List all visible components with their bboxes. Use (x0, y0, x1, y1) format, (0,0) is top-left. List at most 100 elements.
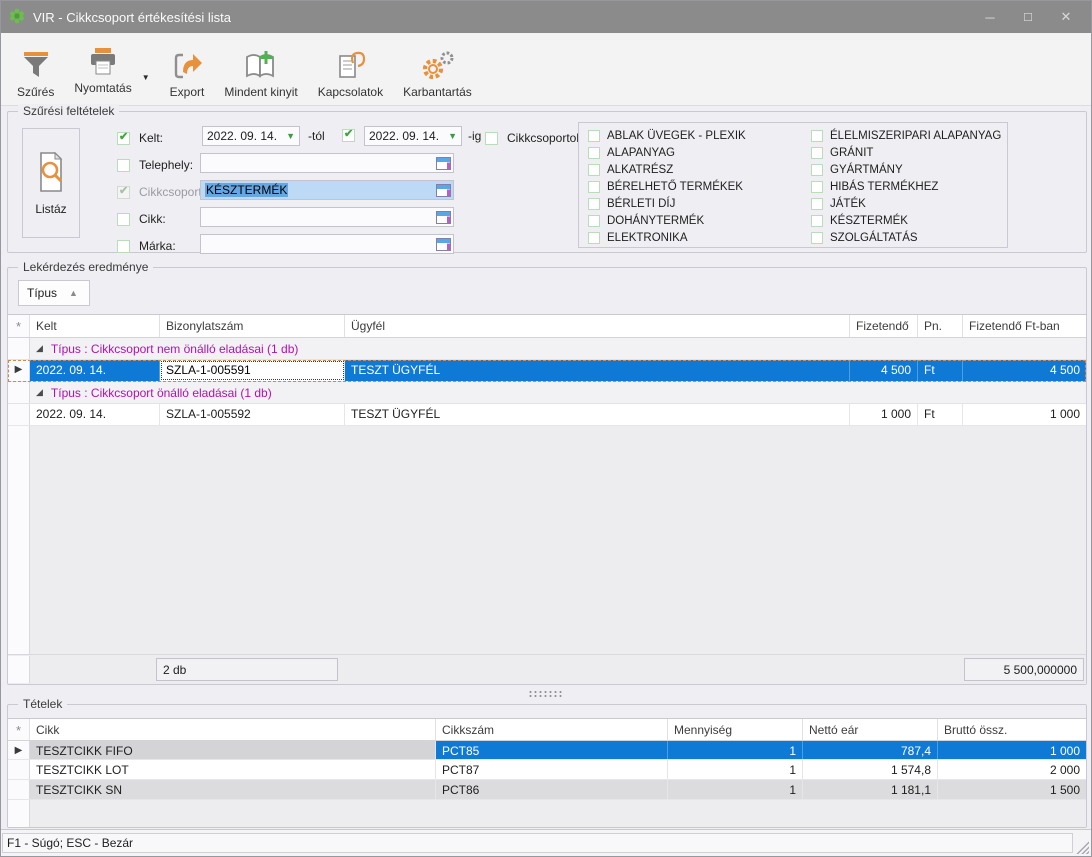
checkbox-icon[interactable] (811, 164, 823, 176)
group-row[interactable]: ◢ Típus : Cikkcsoport önálló eladásai (1… (8, 382, 1086, 404)
cikkcsoport-option[interactable]: BÉRELHETŐ TERMÉKEK (588, 181, 743, 193)
cikkcsoport-option[interactable]: ÉLELMISZERIPARI ALAPANYAG (811, 130, 1001, 142)
cell-cikk[interactable]: TESZTCIKK FIFO (30, 741, 436, 759)
cell-cikkszam[interactable]: PCT85 (436, 741, 668, 759)
close-button[interactable]: ✕ (1047, 1, 1085, 33)
checkbox-icon[interactable] (588, 147, 600, 159)
cikkcsoport-option[interactable]: JÁTÉK (811, 198, 866, 210)
cell-brutto-ossz[interactable]: 1 000 (938, 741, 1086, 759)
cikkcsoport-option[interactable]: KÉSZTERMÉK (811, 215, 908, 227)
minimize-button[interactable]: ─ (971, 1, 1009, 33)
expand-all-button[interactable]: Mindent kinyit (214, 37, 307, 103)
cell-bizonylatszam[interactable]: SZLA-1-005592 (160, 404, 345, 425)
connections-button[interactable]: Kapcsolatok (308, 37, 393, 103)
print-dropdown-caret-icon[interactable]: ▼ (142, 73, 150, 82)
table-row[interactable]: TESZTCIKK LOT PCT87 1 1 574,8 2 000 (8, 760, 1086, 780)
checkbox-icon[interactable] (588, 130, 600, 142)
lookup-window-icon[interactable] (436, 157, 451, 170)
cikkcsoport-option[interactable]: DOHÁNYTERMÉK (588, 215, 704, 227)
lookup-window-icon[interactable] (436, 238, 451, 251)
table-row[interactable]: 2022. 09. 14. SZLA-1-005592 TESZT ÜGYFÉL… (8, 404, 1086, 426)
checkbox-icon[interactable] (811, 198, 823, 210)
cikkcsoport-option[interactable]: GRÁNIT (811, 147, 873, 159)
group-by-field-button[interactable]: Típus ▲ (18, 280, 90, 306)
list-button[interactable]: Listáz (22, 128, 80, 238)
lookup-window-icon[interactable] (436, 184, 451, 197)
cikkcsoport-field[interactable]: KÉSZTERMÉK (200, 180, 454, 200)
lookup-window-icon[interactable] (436, 211, 451, 224)
telephely-checkbox[interactable] (117, 159, 130, 172)
cell-cikk[interactable]: TESZTCIKK SN (30, 780, 436, 799)
cell-netto-ear[interactable]: 1 181,1 (803, 780, 938, 799)
column-header-cikkszam[interactable]: Cikkszám (436, 719, 668, 740)
checkbox-icon[interactable] (588, 181, 600, 193)
cell-fizetendo-ft[interactable]: 1 000 (963, 404, 1086, 425)
column-header-ugyfel[interactable]: Ügyfél (345, 315, 850, 337)
column-header-brutto-ossz[interactable]: Bruttó össz. (938, 719, 1086, 740)
cell-netto-ear[interactable]: 787,4 (803, 741, 938, 759)
cell-cikk[interactable]: TESZTCIKK LOT (30, 760, 436, 779)
column-header-netto-ear[interactable]: Nettó eár (803, 719, 938, 740)
cell-pn[interactable]: Ft (918, 404, 963, 425)
cikkcsoport-option[interactable]: SZOLGÁLTATÁS (811, 232, 918, 244)
kelt-to-checkbox[interactable] (342, 129, 355, 142)
cikkcsoport-option[interactable]: HIBÁS TERMÉKHEZ (811, 181, 938, 193)
print-button[interactable]: Nyomtatás (64, 41, 141, 99)
cell-bizonylatszam[interactable]: SZLA-1-005591 (160, 360, 345, 381)
maximize-button[interactable]: ☐ (1009, 1, 1047, 33)
checkbox-icon[interactable] (811, 147, 823, 159)
table-row[interactable]: ▶ 2022. 09. 14. SZLA-1-005591 TESZT ÜGYF… (8, 360, 1086, 382)
checkbox-icon[interactable] (811, 215, 823, 227)
marka-checkbox[interactable] (117, 240, 130, 253)
checkbox-icon[interactable] (811, 232, 823, 244)
cell-cikkszam[interactable]: PCT87 (436, 760, 668, 779)
filter-button[interactable]: Szűrés (7, 37, 64, 103)
cell-mennyiseg[interactable]: 1 (668, 760, 803, 779)
table-row[interactable]: ▶ TESZTCIKK FIFO PCT85 1 787,4 1 000 (8, 741, 1086, 760)
telephely-field[interactable] (200, 153, 454, 173)
group-row[interactable]: ◢ Típus : Cikkcsoport nem önálló eladása… (8, 338, 1086, 360)
cell-brutto-ossz[interactable]: 1 500 (938, 780, 1086, 799)
column-header-kelt[interactable]: Kelt (30, 315, 160, 337)
resize-grip-icon[interactable] (1075, 840, 1089, 854)
column-header-mennyiseg[interactable]: Mennyiség (668, 719, 803, 740)
horizontal-splitter[interactable] (7, 685, 1085, 699)
kelt-checkbox[interactable] (117, 132, 130, 145)
collapse-triangle-icon[interactable]: ◢ (36, 387, 43, 398)
table-row[interactable]: TESZTCIKK SN PCT86 1 1 181,1 1 500 (8, 780, 1086, 800)
cell-fizetendo[interactable]: 4 500 (850, 360, 918, 381)
marka-field[interactable] (200, 234, 454, 254)
cell-netto-ear[interactable]: 1 574,8 (803, 760, 938, 779)
cell-fizetendo-ft[interactable]: 4 500 (963, 360, 1086, 381)
checkbox-icon[interactable] (588, 198, 600, 210)
cell-kelt[interactable]: 2022. 09. 14. (30, 360, 160, 381)
splitter-grip-icon[interactable] (528, 690, 564, 697)
checkbox-icon[interactable] (811, 130, 823, 142)
column-header-bizonylatszam[interactable]: Bizonylatszám (160, 315, 345, 337)
cell-ugyfel[interactable]: TESZT ÜGYFÉL (345, 404, 850, 425)
cell-pn[interactable]: Ft (918, 360, 963, 381)
cell-cikkszam[interactable]: PCT86 (436, 780, 668, 799)
date-from-select[interactable]: 2022. 09. 14. ▼ (202, 126, 300, 146)
cikkcsoport-option[interactable]: GYÁRTMÁNY (811, 164, 903, 176)
checkbox-icon[interactable] (811, 181, 823, 193)
export-button[interactable]: Export (160, 37, 215, 103)
cikk-field[interactable] (200, 207, 454, 227)
date-to-select[interactable]: 2022. 09. 14. ▼ (364, 126, 462, 146)
cell-mennyiseg[interactable]: 1 (668, 741, 803, 759)
checkbox-icon[interactable] (588, 164, 600, 176)
column-header-cikk[interactable]: Cikk (30, 719, 436, 740)
column-header-fizetendo[interactable]: Fizetendő (850, 315, 918, 337)
cell-brutto-ossz[interactable]: 2 000 (938, 760, 1086, 779)
cikkcsoport-option[interactable]: ABLAK ÜVEGEK - PLEXIK (588, 130, 746, 142)
cell-kelt[interactable]: 2022. 09. 14. (30, 404, 160, 425)
collapse-triangle-icon[interactable]: ◢ (36, 343, 43, 354)
cikk-checkbox[interactable] (117, 213, 130, 226)
maintenance-button[interactable]: Karbantartás (393, 37, 482, 103)
cell-fizetendo[interactable]: 1 000 (850, 404, 918, 425)
cikkcsoport-option[interactable]: ALAPANYAG (588, 147, 675, 159)
cikkcsoport-option[interactable]: ALKATRÉSZ (588, 164, 673, 176)
cikkcsoport-option[interactable]: BÉRLETI DÍJ (588, 198, 675, 210)
cell-mennyiseg[interactable]: 1 (668, 780, 803, 799)
cikkcsoport-option[interactable]: ELEKTRONIKA (588, 232, 688, 244)
